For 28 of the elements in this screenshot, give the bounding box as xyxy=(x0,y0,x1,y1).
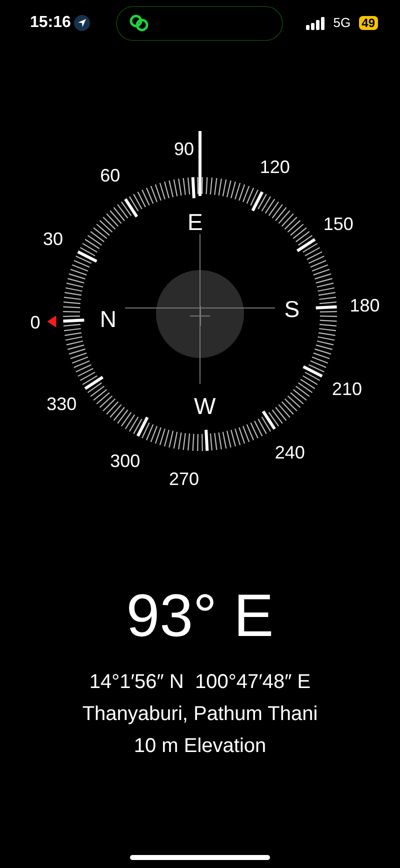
heading-needle xyxy=(198,131,202,196)
battery-level: 49 xyxy=(358,16,378,30)
status-time: 15:16 xyxy=(30,13,71,33)
degree-label: 90 xyxy=(174,139,194,160)
link-icon xyxy=(128,14,149,32)
network-type: 5G xyxy=(333,14,351,32)
cardinal-label: N xyxy=(100,306,116,332)
degree-label: 330 xyxy=(46,394,77,414)
degree-label: 30 xyxy=(42,229,63,250)
elevation: 10 m Elevation xyxy=(134,734,266,758)
location-name: Thanyaburi, Pathum Thani xyxy=(82,702,318,726)
heading-value: 93° E xyxy=(126,586,274,646)
degree-label: 60 xyxy=(100,166,120,186)
cardinal-label: E xyxy=(188,209,203,236)
degree-label: 240 xyxy=(274,442,305,462)
coordinates: 14°1′56″ N 100°47′48″ E xyxy=(89,670,311,694)
degree-label: 150 xyxy=(323,214,354,234)
cardinal-label: S xyxy=(284,296,300,322)
north-marker-icon xyxy=(47,316,56,328)
degree-label: 300 xyxy=(110,451,140,472)
degree-label: 120 xyxy=(260,156,290,177)
degree-label: 180 xyxy=(350,295,380,316)
degree-label: 210 xyxy=(332,378,362,399)
signal-icon xyxy=(306,16,326,30)
degree-label: 270 xyxy=(168,468,200,489)
cardinal-label: W xyxy=(194,392,216,419)
degree-label: 0 xyxy=(30,312,40,333)
home-indicator[interactable] xyxy=(130,855,270,860)
